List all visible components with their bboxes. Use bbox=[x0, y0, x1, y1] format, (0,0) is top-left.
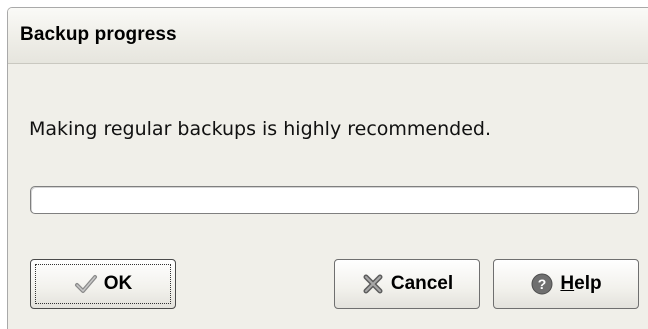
backup-progress-dialog: Backup progress Making regular backups i… bbox=[7, 7, 648, 329]
backup-progress-bar bbox=[30, 186, 639, 214]
cancel-button[interactable]: Cancel bbox=[334, 259, 480, 309]
help-accelerator-letter: H bbox=[560, 273, 575, 294]
help-button[interactable]: ? Help bbox=[493, 259, 639, 309]
ok-button[interactable]: OK bbox=[30, 259, 176, 309]
help-label-rest: elp bbox=[574, 273, 602, 294]
help-button-label: Help bbox=[560, 273, 601, 295]
title-bar[interactable]: Backup progress bbox=[8, 8, 648, 64]
ok-button-label: OK bbox=[103, 273, 133, 294]
checkmark-icon bbox=[74, 272, 98, 296]
svg-text:?: ? bbox=[538, 276, 547, 292]
dialog-title: Backup progress bbox=[20, 24, 177, 45]
cancel-x-icon bbox=[361, 272, 385, 296]
recommendation-message: Making regular backups is highly recomme… bbox=[29, 118, 491, 140]
cancel-button-label: Cancel bbox=[390, 273, 454, 294]
help-question-icon: ? bbox=[530, 272, 554, 296]
